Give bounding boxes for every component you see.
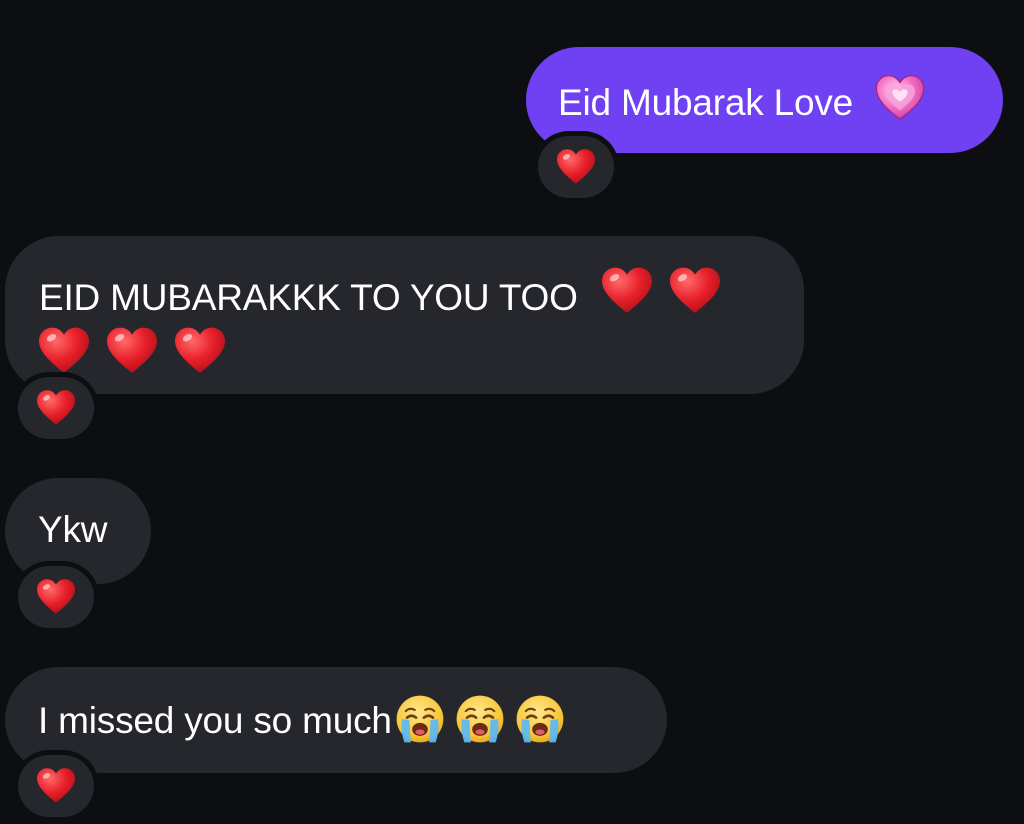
red-heart-icon [39,326,89,376]
loudly-crying-face-icon [394,693,446,745]
message-text: Ykw [38,509,108,550]
red-heart-icon [557,148,595,186]
red-heart-icon [37,389,75,427]
chat-thread: Eid Mubarak Love EID MUBARAKKK TO YOU TO… [0,0,1024,824]
message-text: EID MUBARAKKK TO YOU TOO [39,277,578,318]
message-reaction[interactable] [538,136,614,198]
red-heart-icon [37,767,75,805]
message-text: Eid Mubarak Love [558,82,854,123]
red-heart-icon [670,266,720,316]
red-heart-icon [175,326,225,376]
red-heart-icon [602,266,652,316]
message-reaction[interactable] [18,755,94,817]
incoming-message-bubble[interactable]: I missed you so much [5,667,667,773]
loudly-crying-face-icon [514,693,566,745]
outgoing-message-bubble[interactable]: Eid Mubarak Love [526,47,1003,153]
incoming-message-bubble[interactable]: Ykw [5,478,151,584]
message-reaction[interactable] [18,566,94,628]
message-text: I missed you so much [38,700,392,741]
incoming-message-bubble[interactable]: EID MUBARAKKK TO YOU TOO [5,236,804,394]
red-heart-icon [37,578,75,616]
message-reaction[interactable] [18,377,94,439]
loudly-crying-face-icon [454,693,506,745]
sparkling-pink-heart-icon [875,73,925,123]
red-heart-icon [107,326,157,376]
